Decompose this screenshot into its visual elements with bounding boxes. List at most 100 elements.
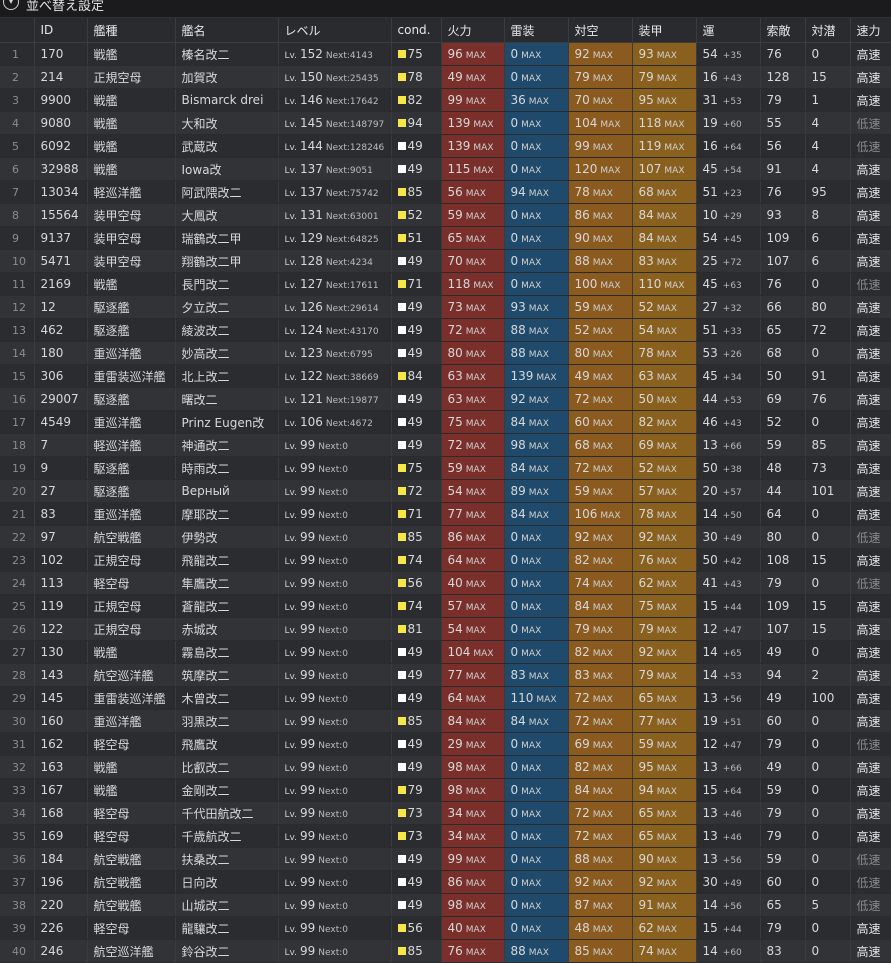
- table-row[interactable]: 8 15564 装甲空母 大鳳改 Lv. 131 Next:63001 52 59 MAX 0 MAX…: [0, 203, 891, 227]
- column-header-firepower[interactable]: 火力: [441, 18, 505, 43]
- luck-cell: 25 +72: [696, 249, 761, 273]
- column-header-line-of-sight[interactable]: 索敵: [760, 18, 806, 43]
- luck-value: 44: [702, 392, 718, 406]
- table-row[interactable]: 17 4549 重巡洋艦 Prinz Eugen改 Lv. 106 Next:4672 49 7…: [0, 410, 891, 434]
- condition-value: 49: [407, 875, 423, 889]
- table-row[interactable]: 18 7 軽巡洋艦 神通改二 Lv. 99 Next:0 49 72 MAX 98 MAX 68 MAX 6…: [0, 433, 891, 457]
- armor-value: 50: [638, 392, 654, 406]
- torpedo-value: 0: [510, 921, 519, 935]
- ship-type-cell: 重巡洋艦: [87, 709, 176, 733]
- table-row[interactable]: 32 163 戦艦 比叡改二 Lv. 99 Next:0 49 98 MAX 0 MAX 82 MAX 95…: [0, 755, 891, 779]
- anti-sub-cell: 1: [805, 88, 851, 112]
- luck-bonus: +26: [722, 350, 742, 360]
- table-row[interactable]: 14 180 重巡洋艦 妙高改二 Lv. 123 Next:6795 49 80 MAX 88 MAX…: [0, 341, 891, 365]
- table-row[interactable]: 7 13034 軽巡洋艦 阿武隈改二 Lv. 137 Next:75742 85 56 MAX 94…: [0, 180, 891, 204]
- column-header-ship-type[interactable]: 艦種: [87, 18, 176, 43]
- level-prefix: Lv.: [284, 511, 298, 521]
- table-row[interactable]: 5 6092 戦艦 武蔵改 Lv. 144 Next:128246 49 139 MAX 0 MAX 9…: [0, 134, 891, 158]
- table-row[interactable]: 22 97 航空戦艦 伊勢改 Lv. 99 Next:0 85 86 MAX 0 MAX 92 MAX 92…: [0, 525, 891, 549]
- firepower-value: 72: [447, 438, 463, 452]
- armor-cell: 92 MAX: [632, 640, 697, 664]
- torpedo-cell: 139 MAX: [504, 364, 569, 388]
- table-row[interactable]: 16 29007 駆逐艦 曙改二 Lv. 121 Next:19877 49 63 MAX 92 MA…: [0, 387, 891, 411]
- table-row[interactable]: 12 12 駆逐艦 夕立改二 Lv. 126 Next:29614 49 73 MAX 93 MAX 5…: [0, 295, 891, 319]
- next-exp-value: 0: [342, 672, 349, 682]
- column-header-torpedo[interactable]: 雷装: [504, 18, 569, 43]
- anti-air-cell: 83 MAX: [568, 663, 633, 687]
- max-label: MAX: [656, 442, 677, 452]
- speed-cell: 高速: [850, 663, 891, 687]
- luck-value: 30: [702, 875, 718, 889]
- level-cell: Lv. 99 Next:0: [278, 663, 392, 687]
- level-prefix: Lv.: [284, 557, 298, 567]
- table-row[interactable]: 34 168 軽空母 千代田航改二 Lv. 99 Next:0 73 34 MAX 0 MAX 72 MA…: [0, 801, 891, 825]
- table-row[interactable]: 15 306 重雷装巡洋艦 北上改二 Lv. 122 Next:38669 84 63 MAX 13…: [0, 364, 891, 388]
- column-header-condition[interactable]: cond.: [391, 18, 442, 43]
- level-prefix: Lv.: [284, 764, 298, 774]
- table-row[interactable]: 31 162 軽空母 飛鷹改 Lv. 99 Next:0 49 29 MAX 0 MAX 69 MAX 59…: [0, 732, 891, 756]
- luck-cell: 14 +60: [696, 939, 761, 963]
- max-label: MAX: [528, 465, 549, 475]
- table-row[interactable]: 29 145 重雷装巡洋艦 木曾改二 Lv. 99 Next:0 49 64 MAX 110 MAX 7…: [0, 686, 891, 710]
- max-label: MAX: [656, 327, 677, 337]
- table-row[interactable]: 2 214 正規空母 加賀改 Lv. 150 Next:25435 78 49 MAX 0 MAX 79…: [0, 65, 891, 89]
- level-prefix: Lv.: [284, 810, 298, 820]
- table-row[interactable]: 33 167 戦艦 金剛改二 Lv. 99 Next:0 79 98 MAX 0 MAX 84 MAX 94…: [0, 778, 891, 802]
- table-row[interactable]: 25 119 正規空母 蒼龍改二 Lv. 99 Next:0 74 57 MAX 0 MAX 84 MAX…: [0, 594, 891, 618]
- luck-value: 53: [702, 346, 718, 360]
- table-row[interactable]: 1 170 戦艦 榛名改二 Lv. 152 Next:4143 75 96 MAX 0 MAX 92 MA…: [0, 42, 891, 66]
- table-row[interactable]: 28 143 航空巡洋艦 筑摩改二 Lv. 99 Next:0 49 77 MAX 83 MAX 83 M…: [0, 663, 891, 687]
- table-row[interactable]: 20 27 駆逐艦 Верный Lv. 99 Next:0 72 54 MAX 89 MAX 59 MA…: [0, 479, 891, 503]
- column-header-armor[interactable]: 装甲: [632, 18, 697, 43]
- column-header-id[interactable]: ID: [34, 18, 88, 43]
- table-row[interactable]: 37 196 航空戦艦 日向改 Lv. 99 Next:0 49 86 MAX 0 MAX 92 MAX 9…: [0, 870, 891, 894]
- column-header-anti-sub[interactable]: 対潜: [805, 18, 851, 43]
- level-value: 99: [300, 691, 316, 705]
- table-row[interactable]: 40 246 航空巡洋艦 鈴谷改二 Lv. 99 Next:0 85 76 MAX 88 MAX 85 M…: [0, 939, 891, 963]
- column-header-row-number[interactable]: [0, 18, 35, 43]
- level-prefix: Lv.: [284, 626, 298, 636]
- armor-value: 95: [638, 93, 654, 107]
- chevron-down-icon[interactable]: ▾: [3, 0, 19, 10]
- luck-bonus: +47: [722, 626, 742, 636]
- table-row[interactable]: 10 5471 装甲空母 翔鶴改二甲 Lv. 128 Next:4234 49 70 MAX 0 MA…: [0, 249, 891, 273]
- table-row[interactable]: 36 184 航空戦艦 扶桑改二 Lv. 99 Next:0 49 99 MAX 0 MAX 88 MAX…: [0, 847, 891, 871]
- ship-type-cell: 軽空母: [87, 916, 176, 940]
- table-row[interactable]: 26 122 正規空母 赤城改 Lv. 99 Next:0 81 54 MAX 0 MAX 79 MAX 7…: [0, 617, 891, 641]
- column-header-luck[interactable]: 運: [696, 18, 761, 43]
- torpedo-cell: 0 MAX: [504, 134, 569, 158]
- table-row[interactable]: 3 9900 戦艦 Bismarck drei Lv. 146 Next:17642 82 99…: [0, 88, 891, 112]
- column-header-speed[interactable]: 速力: [850, 18, 891, 43]
- armor-cell: 75 MAX: [632, 594, 697, 618]
- table-row[interactable]: 24 113 軽空母 隼鷹改二 Lv. 99 Next:0 56 40 MAX 0 MAX 74 MAX 6…: [0, 571, 891, 595]
- table-row[interactable]: 4 9080 戦艦 大和改 Lv. 145 Next:148797 94 139 MAX 0 MAX 1…: [0, 111, 891, 135]
- table-row[interactable]: 39 226 軽空母 龍驤改二 Lv. 99 Next:0 56 40 MAX 0 MAX 48 MAX 6…: [0, 916, 891, 940]
- next-exp-value: 0: [342, 718, 349, 728]
- table-row[interactable]: 21 83 重巡洋艦 摩耶改二 Lv. 99 Next:0 71 77 MAX 84 MAX 106 MA…: [0, 502, 891, 526]
- firepower-value: 139: [447, 139, 471, 153]
- condition-value: 85: [407, 714, 423, 728]
- torpedo-value: 93: [510, 300, 526, 314]
- table-row[interactable]: 30 160 重巡洋艦 羽黒改二 Lv. 99 Next:0 85 84 MAX 84 MAX 72 MA…: [0, 709, 891, 733]
- anti-sub-cell: 0: [805, 732, 851, 756]
- torpedo-value: 92: [510, 392, 526, 406]
- column-header-ship-name[interactable]: 艦名: [175, 18, 279, 43]
- anti-sub-cell: 72: [805, 318, 851, 342]
- column-header-level[interactable]: レベル: [278, 18, 392, 43]
- table-row[interactable]: 23 102 正規空母 飛龍改二 Lv. 99 Next:0 74 64 MAX 0 MAX 82 MAX…: [0, 548, 891, 572]
- luck-value: 12: [702, 622, 718, 636]
- column-header-anti-air[interactable]: 対空: [568, 18, 633, 43]
- table-row[interactable]: 35 169 軽空母 千歳航改二 Lv. 99 Next:0 73 34 MAX 0 MAX 72 MAX…: [0, 824, 891, 848]
- table-row[interactable]: 19 9 駆逐艦 時雨改二 Lv. 99 Next:0 75 59 MAX 84 MAX 72 MAX 52…: [0, 456, 891, 480]
- table-row[interactable]: 13 462 駆逐艦 綾波改二 Lv. 124 Next:43170 49 72 MAX 88 MAX…: [0, 318, 891, 342]
- sort-settings-label[interactable]: 並べ替え設定: [26, 0, 104, 14]
- table-row[interactable]: 11 2169 戦艦 長門改二 Lv. 127 Next:17611 71 118 MAX 0 MAX…: [0, 272, 891, 296]
- line-of-sight-cell: 79: [760, 824, 806, 848]
- armor-value: 119: [638, 139, 662, 153]
- max-label: MAX: [656, 304, 677, 314]
- speed-cell: 低速: [850, 525, 891, 549]
- table-row[interactable]: 9 9137 装甲空母 瑞鶴改二甲 Lv. 129 Next:64825 51 65 MAX 0 MA…: [0, 226, 891, 250]
- table-row[interactable]: 6 32988 戦艦 Iowa改 Lv. 137 Next:9051 49 115 MAX 0 MAX…: [0, 157, 891, 181]
- table-row[interactable]: 38 220 航空戦艦 山城改二 Lv. 99 Next:0 49 98 MAX 0 MAX 87 MAX…: [0, 893, 891, 917]
- table-row[interactable]: 27 130 戦艦 霧島改二 Lv. 99 Next:0 49 104 MAX 0 MAX 82 MAX 9…: [0, 640, 891, 664]
